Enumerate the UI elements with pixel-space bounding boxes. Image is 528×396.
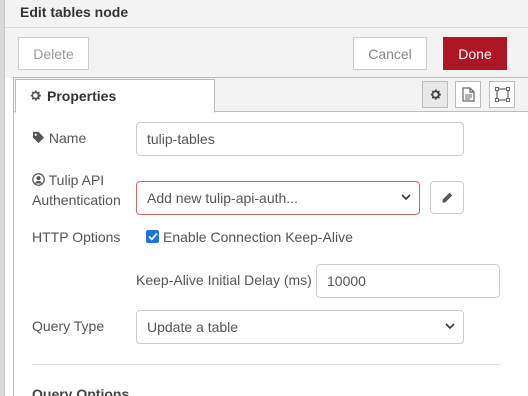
checkmark-icon	[147, 232, 158, 241]
delete-button[interactable]: Delete	[18, 37, 89, 70]
tab-properties[interactable]: Properties	[15, 79, 215, 113]
pencil-icon	[442, 192, 453, 202]
name-input[interactable]: tulip-tables	[136, 122, 464, 156]
appearance-tab-button[interactable]	[489, 81, 515, 108]
auth-select-value: Add new tulip-api-auth...	[147, 190, 298, 206]
keepalive-delay-label: Keep-Alive Initial Delay (ms)	[136, 272, 312, 288]
description-tab-button[interactable]	[455, 81, 481, 108]
query-type-label: Query Type	[32, 318, 105, 334]
tab-properties-label: Properties	[47, 88, 117, 104]
tab-bar: Properties	[14, 78, 528, 113]
edit-auth-button[interactable]	[430, 181, 464, 214]
dialog-button-row: Delete Cancel Done	[5, 28, 528, 78]
settings-tab-button[interactable]	[422, 81, 448, 108]
file-icon	[461, 87, 475, 102]
gear-icon	[29, 89, 42, 102]
query-options-heading: Query Options	[32, 386, 130, 396]
user-icon	[32, 173, 45, 186]
name-label: Name	[48, 130, 87, 146]
chevron-down-icon	[401, 194, 411, 201]
tag-icon	[32, 131, 45, 144]
keepalive-checkbox-label: Enable Connection Keep-Alive	[163, 229, 353, 245]
auth-label-line1: Tulip API	[48, 172, 105, 188]
done-button[interactable]: Done	[443, 37, 507, 70]
dialog-title-bar: Edit tables node	[5, 0, 528, 28]
auth-label-group: Tulip API Authentication	[32, 170, 121, 210]
frame-icon	[494, 87, 510, 102]
auth-select[interactable]: Add new tulip-api-auth...	[136, 181, 420, 215]
cancel-button[interactable]: Cancel	[353, 37, 427, 70]
query-type-value: Update a table	[147, 319, 239, 335]
query-type-select[interactable]: Update a table	[136, 310, 464, 344]
name-label-group: Name	[32, 130, 86, 146]
chevron-down-icon	[445, 323, 455, 330]
keepalive-delay-input[interactable]: 10000	[316, 264, 500, 298]
section-divider	[32, 364, 500, 365]
gear-icon	[430, 89, 441, 100]
http-options-label: HTTP Options	[32, 229, 121, 245]
keepalive-checkbox[interactable]	[146, 230, 159, 243]
auth-label-line2: Authentication	[32, 192, 121, 208]
dialog-title: Edit tables node	[20, 4, 129, 20]
